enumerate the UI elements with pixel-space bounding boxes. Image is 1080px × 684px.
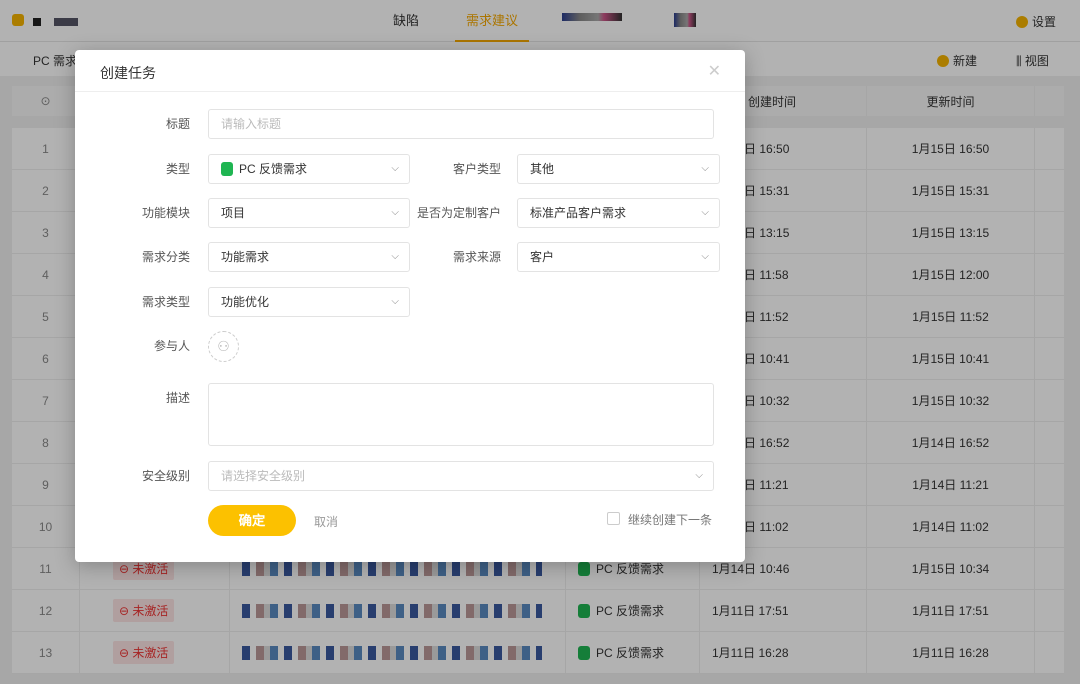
label-security: 安全级别 [141, 469, 190, 483]
label-type: 类型 [165, 162, 190, 176]
security-select[interactable]: 请选择安全级别 ⌵ [208, 461, 714, 491]
custom-customer-select[interactable]: 标准产品客户需求 ⌵ [517, 198, 720, 228]
label-participants: 参与人 [153, 339, 190, 353]
feedback-tag-icon [221, 162, 233, 176]
security-placeholder: 请选择安全级别 [221, 469, 306, 483]
close-icon[interactable]: ✕ [708, 61, 721, 81]
cancel-button[interactable]: 取消 [314, 513, 338, 530]
custom-customer-value: 标准产品客户需求 [530, 206, 627, 220]
add-participant-icon[interactable]: ⚇ [208, 331, 239, 362]
customer-type-select[interactable]: 其他 ⌵ [517, 154, 720, 184]
chevron-down-icon: ⌵ [701, 163, 709, 174]
type-select[interactable]: PC 反馈需求 ⌵ [208, 154, 410, 184]
module-select[interactable]: 项目 ⌵ [208, 198, 410, 228]
confirm-button[interactable]: 确定 [208, 505, 296, 536]
dialog-title: 创建任务 [100, 65, 156, 81]
source-select[interactable]: 客户 ⌵ [517, 242, 720, 272]
divider [75, 91, 745, 92]
title-input[interactable]: 请输入标题 [208, 109, 714, 139]
label-desc: 描述 [165, 391, 190, 405]
description-textarea[interactable] [208, 383, 714, 446]
label-customer-type: 客户类型 [452, 162, 501, 176]
continue-label[interactable]: 继续创建下一条 [628, 511, 712, 528]
label-custom-customer: 是否为定制客户 [416, 206, 501, 220]
category-select[interactable]: 功能需求 ⌵ [208, 242, 410, 272]
source-value: 客户 [530, 250, 555, 264]
label-title: 标题 [165, 117, 190, 131]
label-req-type: 需求类型 [141, 295, 190, 309]
label-category: 需求分类 [141, 250, 190, 264]
module-value: 项目 [221, 206, 246, 220]
chevron-down-icon: ⌵ [391, 296, 399, 307]
chevron-down-icon: ⌵ [695, 470, 703, 481]
label-module: 功能模块 [141, 206, 190, 220]
category-value: 功能需求 [221, 250, 270, 264]
req-type-select[interactable]: 功能优化 ⌵ [208, 287, 410, 317]
type-value: PC 反馈需求 [239, 162, 308, 176]
create-task-dialog: 创建任务 ✕ 标题 请输入标题 类型 PC 反馈需求 ⌵ 客户类型 其他 ⌵ 功能模… [75, 50, 745, 562]
customer-type-value: 其他 [530, 162, 555, 176]
chevron-down-icon: ⌵ [701, 251, 709, 262]
chevron-down-icon: ⌵ [701, 207, 709, 218]
continue-checkbox[interactable] [607, 512, 620, 525]
req-type-value: 功能优化 [221, 295, 270, 309]
label-source: 需求来源 [452, 250, 501, 264]
